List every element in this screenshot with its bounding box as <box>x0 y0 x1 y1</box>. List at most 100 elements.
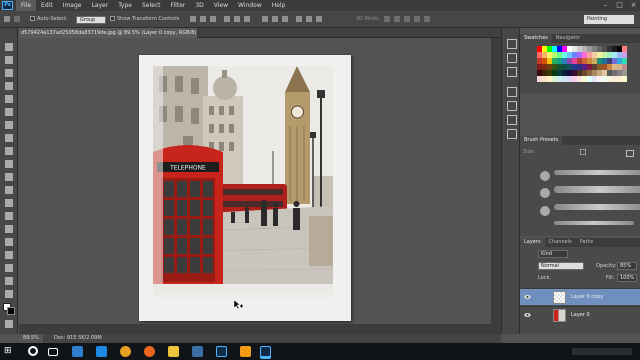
3d-slide-icon[interactable] <box>414 16 420 22</box>
auto-select-dropdown[interactable]: Group <box>76 16 107 24</box>
menu-edit[interactable]: Edit <box>36 0 58 11</box>
properties-icon[interactable] <box>506 52 517 63</box>
history-icon[interactable] <box>506 38 517 49</box>
maximize-icon[interactable]: □ <box>613 0 626 11</box>
clone-stamp-tool-icon[interactable] <box>4 146 14 156</box>
zoom-level[interactable]: 89.5% <box>19 334 43 343</box>
tab-layers[interactable]: Layers <box>520 238 545 247</box>
image-viewer-icon[interactable] <box>192 346 203 357</box>
layer-name[interactable]: Layer 0 copy <box>571 289 603 306</box>
3d-scale-icon[interactable] <box>424 16 430 22</box>
distribute-bottom-icon[interactable] <box>282 16 288 22</box>
brush-preset-stroke[interactable] <box>554 204 640 210</box>
paragraph-icon[interactable] <box>506 128 517 139</box>
layer-row-layer-0-copy[interactable]: Layer 0 copy <box>520 288 640 305</box>
canvas-area[interactable]: TELEPHONE <box>19 38 501 334</box>
firefox-browser-icon[interactable] <box>144 346 155 357</box>
distribute-top-icon[interactable] <box>262 16 268 22</box>
task-view-icon[interactable] <box>48 348 58 356</box>
menu-select[interactable]: Select <box>137 0 166 11</box>
quick-select-tool-icon[interactable] <box>4 81 14 91</box>
hand-tool-icon[interactable] <box>4 276 14 286</box>
quick-mask-icon[interactable] <box>4 319 14 329</box>
opacity-input[interactable]: 85% <box>617 262 637 270</box>
menu-window[interactable]: Window <box>233 0 267 11</box>
align-right-icon[interactable] <box>244 16 250 22</box>
menu-layer[interactable]: Layer <box>86 0 113 11</box>
blur-tool-icon[interactable] <box>4 198 14 208</box>
pen-tool-icon[interactable] <box>4 224 14 234</box>
3d-roll-icon[interactable] <box>394 16 400 22</box>
vertical-scrollbar[interactable] <box>491 38 501 324</box>
tool-preset-icon[interactable] <box>14 16 20 22</box>
move-tool-icon[interactable] <box>4 42 14 52</box>
zoom-tool-icon[interactable] <box>4 289 14 299</box>
clone-source-icon[interactable] <box>506 100 517 111</box>
chrome-browser-icon[interactable] <box>120 346 131 357</box>
tab-swatches[interactable]: Swatches <box>520 34 552 43</box>
align-top-icon[interactable] <box>190 16 196 22</box>
photoshop-taskbar-icon[interactable] <box>216 346 227 357</box>
reset-brush-icon[interactable] <box>580 149 586 155</box>
distribute-center-icon[interactable] <box>306 16 312 22</box>
document-tab[interactable]: d579424a137ad25058da83719de.jpg @ 89.5% … <box>19 28 197 38</box>
brush-panel-icon[interactable] <box>626 150 634 157</box>
3d-rotate-icon[interactable] <box>384 16 390 22</box>
eyedropper-tool-icon[interactable] <box>4 107 14 117</box>
system-tray[interactable] <box>572 348 632 355</box>
character-icon[interactable] <box>506 114 517 125</box>
fill-input[interactable]: 100% <box>617 274 637 282</box>
search-icon[interactable] <box>28 346 38 356</box>
tab-paths[interactable]: Paths <box>576 238 598 247</box>
document-canvas[interactable]: TELEPHONE <box>139 55 351 321</box>
3d-pan-icon[interactable] <box>404 16 410 22</box>
paint-app-icon[interactable] <box>240 346 251 357</box>
minimize-icon[interactable]: – <box>599 0 612 11</box>
brush-tool-icon[interactable] <box>4 133 14 143</box>
history-brush-tool-icon[interactable] <box>4 159 14 169</box>
menu-file[interactable]: File <box>16 0 37 11</box>
align-bottom-icon[interactable] <box>210 16 216 22</box>
blend-mode-dropdown[interactable]: Normal <box>538 262 584 270</box>
align-center-icon[interactable] <box>234 16 240 22</box>
brush-preset-dot[interactable] <box>540 206 550 216</box>
align-middle-icon[interactable] <box>200 16 206 22</box>
brush-icon[interactable] <box>506 86 517 97</box>
layer-kind-filter[interactable]: Kind <box>538 250 568 258</box>
background-color-swatch[interactable] <box>7 307 15 315</box>
healing-brush-tool-icon[interactable] <box>4 120 14 130</box>
align-left-icon[interactable] <box>224 16 230 22</box>
distribute-left-icon[interactable] <box>296 16 302 22</box>
menu-view[interactable]: View <box>209 0 233 11</box>
file-explorer-icon[interactable] <box>168 346 179 357</box>
auto-select-checkbox[interactable]: Auto-Select: <box>30 14 68 25</box>
menu-image[interactable]: Image <box>58 0 87 11</box>
workspace-dropdown[interactable]: Painting <box>584 15 634 24</box>
transform-controls-checkbox[interactable]: Show Transform Controls <box>110 14 179 25</box>
tab-brush-presets[interactable]: Brush Presets <box>520 136 563 145</box>
visibility-eye-icon[interactable] <box>524 312 531 318</box>
menu-filter[interactable]: Filter <box>166 0 191 11</box>
gradient-tool-icon[interactable] <box>4 185 14 195</box>
photoshop-active-taskbar-icon[interactable] <box>260 346 271 357</box>
color-swatch[interactable] <box>622 76 627 82</box>
word-app-icon[interactable] <box>96 346 107 357</box>
close-icon[interactable]: × <box>627 0 640 11</box>
move-tool-icon[interactable] <box>4 16 10 22</box>
visibility-eye-icon[interactable] <box>524 294 531 300</box>
distribute-middle-icon[interactable] <box>272 16 278 22</box>
eraser-tool-icon[interactable] <box>4 172 14 182</box>
color-icon[interactable] <box>506 66 517 77</box>
type-tool-icon[interactable] <box>4 237 14 247</box>
brush-preset-stroke[interactable] <box>554 221 634 225</box>
swatches-grid[interactable] <box>537 46 627 82</box>
brush-preset-stroke[interactable] <box>554 186 640 193</box>
tab-navigator[interactable]: Navigator <box>552 34 584 43</box>
layer-row-layer-0[interactable]: Layer 0 <box>520 306 640 323</box>
edge-browser-icon[interactable] <box>72 346 83 357</box>
menu-3d[interactable]: 3D <box>190 0 208 11</box>
menu-type[interactable]: Type <box>113 0 137 11</box>
rectangle-tool-icon[interactable] <box>4 263 14 273</box>
dodge-tool-icon[interactable] <box>4 211 14 221</box>
layer-name[interactable]: Layer 0 <box>571 307 590 324</box>
